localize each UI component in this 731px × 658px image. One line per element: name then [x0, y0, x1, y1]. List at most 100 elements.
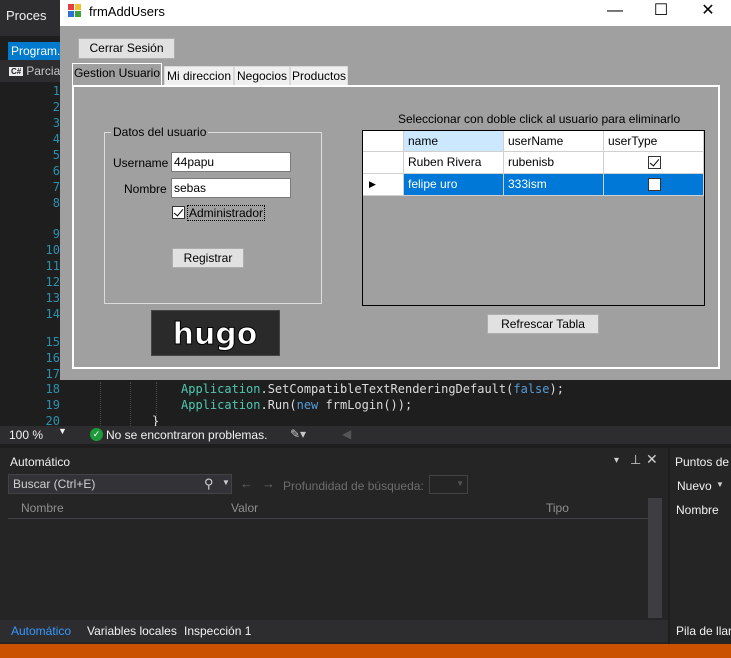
- zoom-level[interactable]: 100 %: [9, 428, 43, 442]
- check-circle-icon: ✓: [90, 428, 103, 441]
- minimize-icon[interactable]: —: [592, 0, 638, 24]
- autos-grid-header: Nombre Valor Tipo: [8, 498, 662, 519]
- line-number: 5: [52, 148, 60, 162]
- grid-header-usertype[interactable]: userType: [604, 131, 704, 152]
- line-number: 19: [45, 398, 60, 412]
- line-number: 16: [45, 351, 60, 365]
- line-number: 4: [52, 132, 60, 146]
- editor-status-bar: 100 % ▼ ✓ No se encontraron problemas. ✎…: [0, 426, 731, 444]
- pin-icon[interactable]: ⊥: [630, 452, 641, 468]
- code-line-19: Application.Run(new frmLogin());: [181, 398, 413, 412]
- hugo-logo-text: hugo: [173, 317, 258, 352]
- grid-row-header[interactable]: [363, 152, 404, 174]
- search-depth-select[interactable]: ▼: [429, 475, 468, 494]
- name-label: Nombre: [124, 182, 167, 196]
- autos-panel-title: Automático: [10, 455, 71, 469]
- register-button[interactable]: Registrar: [172, 248, 244, 268]
- code-line-18: Application.SetCompatibleTextRenderingDe…: [181, 382, 564, 396]
- grid-cell-usertype[interactable]: [604, 174, 704, 196]
- line-number: 7: [52, 180, 60, 194]
- debug-bottom-tabs: Automático Variables locales Inspección …: [0, 620, 668, 642]
- vs-status-bar: [0, 644, 731, 658]
- admin-checkbox[interactable]: [172, 206, 185, 219]
- back-arrow-icon[interactable]: ←: [240, 476, 253, 491]
- breakpoints-title: Puntos de: [675, 455, 730, 469]
- class-selector[interactable]: C# Parcia: [9, 64, 60, 78]
- grid-row-header-current[interactable]: ▶: [363, 174, 404, 196]
- maximize-icon[interactable]: ☐: [638, 0, 684, 24]
- grid-corner-header[interactable]: [363, 131, 404, 152]
- class-selector-label: Parcia: [26, 64, 61, 78]
- vs-window-title: Proces: [6, 8, 47, 23]
- hugo-logo-graphic: hugo: [152, 311, 279, 355]
- line-number: 18: [45, 382, 60, 396]
- search-depth-label: Profundidad de búsqueda:: [283, 479, 424, 493]
- tab-variables-locales[interactable]: Variables locales: [87, 624, 177, 638]
- current-row-arrow-icon: ▶: [369, 179, 376, 189]
- tab-inspeccion-1[interactable]: Inspección 1: [184, 624, 251, 638]
- line-number: 13: [45, 291, 60, 305]
- panel-options-icon[interactable]: ▾: [614, 455, 619, 466]
- name-field[interactable]: sebas: [171, 178, 291, 198]
- grid-cell-name[interactable]: felipe uro: [404, 174, 504, 196]
- line-number: 9: [52, 227, 60, 241]
- column-nombre[interactable]: Nombre: [21, 501, 64, 515]
- tab-productos[interactable]: Productos: [290, 66, 348, 86]
- brush-icon[interactable]: ✎▾: [290, 427, 306, 441]
- hugo-logo: hugo: [151, 310, 280, 356]
- grid-cell-username[interactable]: 333ism: [504, 174, 604, 196]
- line-number: 6: [52, 164, 60, 178]
- zoom-dropdown-icon[interactable]: ▼: [58, 426, 67, 436]
- close-icon[interactable]: ✕: [685, 0, 731, 24]
- usertype-checkbox[interactable]: [648, 178, 661, 191]
- line-number: 2: [52, 100, 60, 114]
- tab-gestion-usuario[interactable]: Gestion Usuario: [72, 63, 162, 86]
- usertype-checkbox[interactable]: [648, 156, 661, 169]
- form-title: frmAddUsers: [89, 4, 165, 19]
- line-number: 12: [45, 275, 60, 289]
- new-dropdown-icon[interactable]: ▼: [716, 480, 724, 489]
- new-breakpoint-button[interactable]: Nuevo: [677, 479, 712, 493]
- forward-arrow-icon[interactable]: →: [262, 476, 275, 491]
- grid-cell-username[interactable]: rubenisb: [504, 152, 604, 174]
- line-number: 1: [52, 84, 60, 98]
- refresh-table-button[interactable]: Refrescar Tabla: [487, 314, 599, 334]
- admin-label[interactable]: Administrador: [187, 205, 266, 221]
- logout-button[interactable]: Cerrar Sesión: [78, 38, 175, 59]
- line-number: 17: [45, 367, 60, 381]
- close-panel-icon[interactable]: ✕: [646, 451, 658, 468]
- tab-call-stack[interactable]: Pila de llar: [676, 624, 731, 638]
- column-valor[interactable]: Valor: [231, 501, 258, 515]
- csharp-icon: C#: [9, 67, 24, 76]
- line-number: 11: [45, 259, 60, 273]
- column-tipo[interactable]: Tipo: [546, 501, 569, 515]
- line-number: 8: [52, 196, 60, 210]
- autos-search-input[interactable]: Buscar (Ctrl+E): [8, 474, 232, 494]
- username-field[interactable]: 44papu: [171, 152, 291, 172]
- search-dropdown-icon[interactable]: ▼: [222, 478, 230, 487]
- problems-status[interactable]: No se encontraron problemas.: [106, 428, 267, 442]
- user-data-legend: Datos del usuario: [111, 125, 209, 139]
- autos-scrollbar[interactable]: [648, 498, 662, 618]
- grid-cell-usertype[interactable]: [604, 152, 704, 174]
- username-label: Username: [113, 156, 169, 170]
- form-app-icon: [68, 4, 82, 18]
- grid-caption: Seleccionar con doble click al usuario p…: [398, 112, 681, 126]
- grid-header-username[interactable]: userName: [504, 131, 604, 152]
- breakpoints-column-nombre[interactable]: Nombre: [676, 503, 719, 517]
- grid-header-name[interactable]: name: [404, 131, 504, 152]
- users-grid[interactable]: name userName userType Ruben Rivera rube…: [362, 130, 705, 306]
- form-title-bar[interactable]: frmAddUsers — ☐ ✕: [60, 0, 731, 26]
- tab-page-gestion-usuario: Datos del usuario Username 44papu Nombre…: [72, 85, 720, 369]
- tab-mi-direccion[interactable]: Mi direccion: [164, 66, 234, 86]
- line-number: 10: [45, 243, 60, 257]
- breakpoints-panel: Puntos de Nuevo ▼ Nombre Pila de llar: [670, 448, 731, 644]
- line-number: 3: [52, 116, 60, 130]
- grid-cell-name[interactable]: Ruben Rivera: [404, 152, 504, 174]
- document-tab-program[interactable]: Program.: [8, 42, 64, 60]
- search-icon[interactable]: ⚲: [204, 476, 214, 492]
- tab-negocios[interactable]: Negocios: [234, 66, 290, 86]
- scroll-left-icon[interactable]: ◀: [342, 427, 351, 441]
- form-window: frmAddUsers — ☐ ✕ Cerrar Sesión Gestion …: [60, 0, 731, 380]
- tab-automatico[interactable]: Automático: [11, 624, 71, 638]
